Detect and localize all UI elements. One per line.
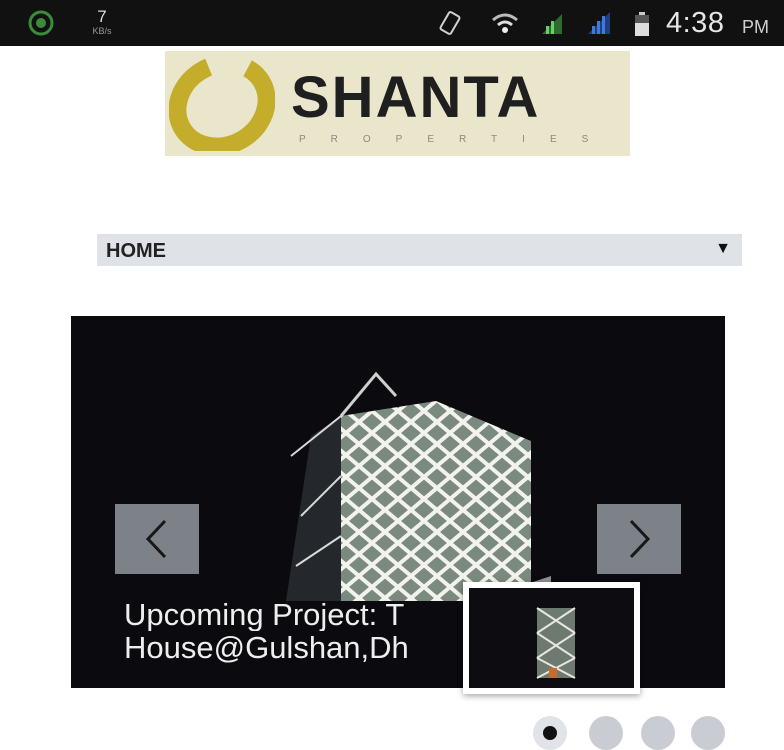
- building-image: [286, 371, 551, 601]
- dropdown-arrow-icon: ▼: [715, 240, 731, 257]
- pager-dot-4[interactable]: [691, 716, 725, 750]
- prev-slide-button[interactable]: [115, 504, 199, 574]
- screen-rotate-icon: [439, 11, 461, 35]
- clock-time: 4:38: [666, 7, 725, 39]
- logo-mark-icon: [169, 55, 275, 151]
- nav-menu-selected-label: HOME: [106, 240, 166, 262]
- chevron-left-icon: [145, 519, 167, 559]
- thumbnail-image: [469, 588, 634, 688]
- chevron-right-icon: [629, 519, 651, 559]
- network-speed-unit: KB/s: [92, 26, 112, 36]
- slide-thumbnail[interactable]: [463, 582, 640, 694]
- status-bar: 7 KB/s 4:38 PM: [0, 0, 784, 46]
- brand-logo[interactable]: SHANTA PROPERTIES: [165, 51, 630, 156]
- wifi-icon: [492, 13, 518, 33]
- network-speed-value: 7: [97, 7, 107, 26]
- signal-icon: [542, 14, 562, 34]
- network-speed: 7 KB/s: [84, 8, 120, 36]
- pager-dot-3[interactable]: [641, 716, 675, 750]
- signal-icon: [588, 12, 610, 34]
- app-badge-icon: [28, 10, 54, 36]
- next-slide-button[interactable]: [597, 504, 681, 574]
- nav-menu-select[interactable]: HOME ▼: [97, 234, 742, 266]
- thumbnail-building-image: [536, 607, 576, 679]
- logo-name: SHANTA: [291, 65, 541, 130]
- clock-ampm: PM: [742, 17, 769, 37]
- logo-subtitle: PROPERTIES: [299, 134, 614, 145]
- pager-dot-1[interactable]: [533, 716, 567, 750]
- pager-dot-2[interactable]: [589, 716, 623, 750]
- battery-icon: [635, 12, 649, 36]
